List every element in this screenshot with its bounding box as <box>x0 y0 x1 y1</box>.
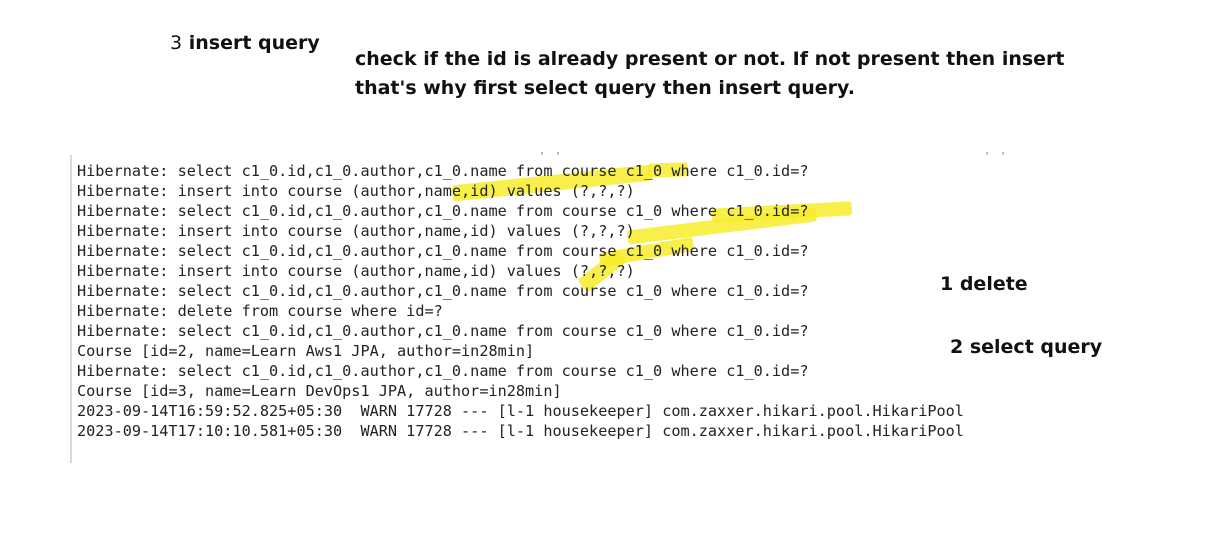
explanation-note-line-2: that's why first select query then inser… <box>355 77 855 99</box>
insert-query-text: insert query <box>188 32 320 54</box>
console-line: Hibernate: select c1_0.id,c1_0.author,c1… <box>77 242 809 260</box>
insert-query-annotation: 3 insert query <box>170 32 320 54</box>
console-line: Hibernate: select c1_0.id,c1_0.author,c1… <box>77 162 809 180</box>
console-line: 2023-09-14T17:10:10.581+05:30 WARN 17728… <box>77 422 964 440</box>
explanation-note: check if the id is already present or no… <box>355 45 1065 103</box>
console-output[interactable]: ' ' ' ' Hibernate: select c1_0.id,c1_0.a… <box>70 151 1072 463</box>
console-line: Hibernate: insert into course (author,na… <box>77 222 635 240</box>
console-line: Hibernate: insert into course (author,na… <box>77 262 635 280</box>
console-line: 2023-09-14T16:59:52.825+05:30 WARN 17728… <box>77 402 964 420</box>
console-line: Hibernate: delete from course where id=? <box>77 302 443 320</box>
console-line: Hibernate: select c1_0.id,c1_0.author,c1… <box>77 362 809 380</box>
console-line: Course [id=3, name=Learn DevOps1 JPA, au… <box>77 382 562 400</box>
console-line: Hibernate: select c1_0.id,c1_0.author,c1… <box>77 322 809 340</box>
stray-mark: ' ' <box>984 151 1009 162</box>
insert-query-number: 3 <box>170 32 183 54</box>
console-line: Hibernate: select c1_0.id,c1_0.author,c1… <box>77 202 809 220</box>
console-line: Hibernate: select c1_0.id,c1_0.author,c1… <box>77 282 809 300</box>
console-line: Course [id=2, name=Learn Aws1 JPA, autho… <box>77 342 535 360</box>
explanation-note-line-1: check if the id is already present or no… <box>355 48 1065 70</box>
console-line: Hibernate: insert into course (author,na… <box>77 182 635 200</box>
